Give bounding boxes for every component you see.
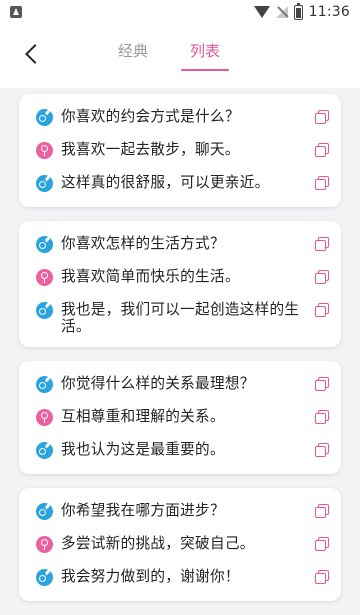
- no-signal-icon: [275, 6, 288, 18]
- copy-icon[interactable]: [315, 504, 329, 518]
- battery-icon: [293, 2, 303, 20]
- dialogue-line: 你喜欢怎样的生活方式？: [19, 229, 341, 262]
- dialogue-text: 我会努力做到的，谢谢你！: [61, 568, 240, 585]
- male-icon: [36, 302, 53, 319]
- dialogue-text: 你希望我在哪方面进步？: [61, 502, 225, 519]
- dialogue-text: 你喜欢的约会方式是什么？: [61, 108, 240, 125]
- dialogue-text: 你喜欢怎样的生活方式？: [61, 235, 225, 252]
- copy-icon[interactable]: [315, 270, 329, 284]
- male-icon: [36, 442, 53, 459]
- copy-icon[interactable]: [315, 537, 329, 551]
- dialogue-line: 我也认为这是最重要的。: [19, 435, 341, 468]
- male-icon: [36, 236, 53, 253]
- copy-icon[interactable]: [315, 237, 329, 251]
- dialogue-line: 我喜欢简单而快乐的生活。: [19, 262, 341, 295]
- female-icon: [36, 142, 53, 159]
- copy-icon[interactable]: [315, 303, 329, 317]
- dialogue-line: 你希望我在哪方面进步？: [19, 496, 341, 529]
- copy-icon[interactable]: [315, 443, 329, 457]
- status-bar: 11:36: [0, 0, 360, 26]
- copy-icon[interactable]: [315, 377, 329, 391]
- dialogue-line: 我喜欢一起去散步，聊天。: [19, 135, 341, 168]
- notification-icon: [10, 6, 22, 18]
- tab-list[interactable]: 列表: [190, 40, 220, 61]
- back-button[interactable]: [22, 40, 50, 68]
- female-icon: [36, 269, 53, 286]
- dialogue-text: 我也是，我们可以一起创造这样的生活。: [61, 301, 300, 335]
- status-time: 11:36: [308, 4, 350, 20]
- dialogue-text: 你觉得什么样的关系最理想？: [61, 375, 255, 392]
- conversation-card: 你希望我在哪方面进步？ 多尝试新的挑战，突破自己。 我会努力做到的，谢谢你！: [19, 488, 341, 601]
- male-icon: [36, 503, 53, 520]
- dialogue-text: 我喜欢一起去散步，聊天。: [61, 141, 240, 158]
- copy-icon[interactable]: [315, 176, 329, 190]
- dialogue-line: 你觉得什么样的关系最理想？: [19, 369, 341, 402]
- dialogue-text: 我也认为这是最重要的。: [61, 441, 225, 458]
- copy-icon[interactable]: [315, 143, 329, 157]
- dialogue-line: 我会努力做到的，谢谢你！: [19, 562, 341, 595]
- dialogue-text: 互相尊重和理解的关系。: [61, 408, 225, 425]
- female-icon: [36, 536, 53, 553]
- conversation-list: 你喜欢的约会方式是什么？ 我喜欢一起去散步，聊天。 这样真的很舒服，可以更亲近。…: [19, 94, 341, 615]
- male-icon: [36, 376, 53, 393]
- female-icon: [36, 409, 53, 426]
- copy-icon[interactable]: [315, 570, 329, 584]
- conversation-card: 你觉得什么样的关系最理想？ 互相尊重和理解的关系。 我也认为这是最重要的。: [19, 361, 341, 474]
- top-nav: 经典 列表: [0, 26, 360, 88]
- tab-classic[interactable]: 经典: [118, 40, 148, 61]
- dialogue-line: 我也是，我们可以一起创造这样的生活。: [19, 295, 341, 341]
- dialogue-line: 这样真的很舒服，可以更亲近。: [19, 168, 341, 201]
- status-icons: 11:36: [253, 2, 350, 20]
- dialogue-text: 多尝试新的挑战，突破自己。: [61, 535, 255, 552]
- wifi-icon: [253, 6, 270, 18]
- conversation-card: 你喜欢怎样的生活方式？ 我喜欢简单而快乐的生活。 我也是，我们可以一起创造这样的…: [19, 221, 341, 347]
- male-icon: [36, 569, 53, 586]
- male-icon: [36, 109, 53, 126]
- dialogue-text: 我喜欢简单而快乐的生活。: [61, 268, 240, 285]
- dialogue-text: 这样真的很舒服，可以更亲近。: [61, 174, 270, 191]
- copy-icon[interactable]: [315, 110, 329, 124]
- copy-icon[interactable]: [315, 410, 329, 424]
- conversation-card: 你喜欢的约会方式是什么？ 我喜欢一起去散步，聊天。 这样真的很舒服，可以更亲近。: [19, 94, 341, 207]
- active-tab-indicator: [181, 69, 229, 71]
- dialogue-line: 互相尊重和理解的关系。: [19, 402, 341, 435]
- dialogue-line: 你喜欢的约会方式是什么？: [19, 102, 341, 135]
- dialogue-line: 多尝试新的挑战，突破自己。: [19, 529, 341, 562]
- male-icon: [36, 175, 53, 192]
